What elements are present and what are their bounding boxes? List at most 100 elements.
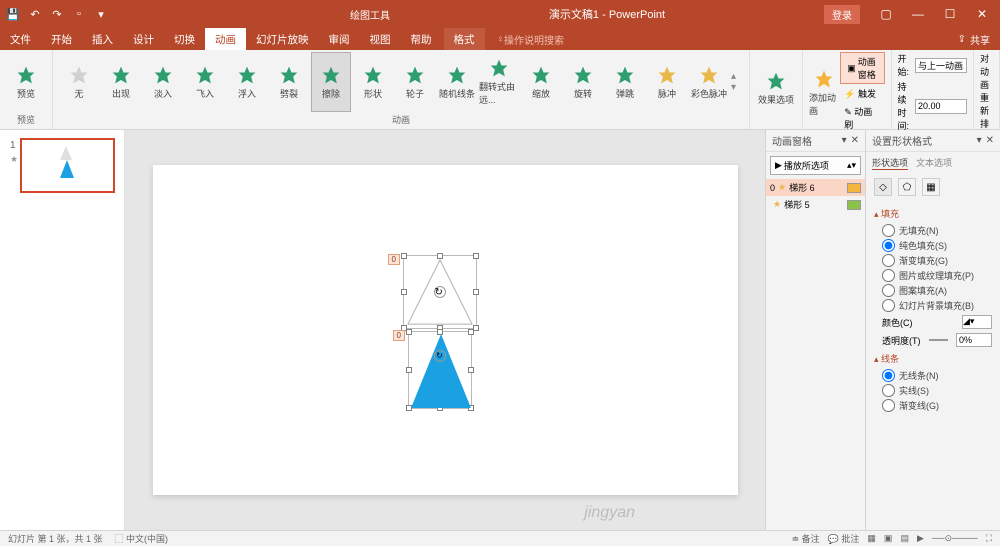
transparency-input[interactable] bbox=[956, 333, 992, 347]
title-bar: 💾 ↶ ↷ ▫ ▾ 绘图工具 演示文稿1 - PowerPoint 登录 ▢ —… bbox=[0, 0, 1000, 28]
share-button[interactable]: ⇪ 共享 bbox=[948, 28, 1000, 50]
ribbon-options-icon[interactable]: ▢ bbox=[872, 4, 900, 24]
tab-home[interactable]: 开始 bbox=[41, 28, 82, 50]
anim-option-1[interactable]: 出现 bbox=[101, 52, 141, 112]
anim-option-6[interactable]: 擦除 bbox=[311, 52, 351, 112]
pane-dropdown-icon[interactable]: ▾ bbox=[842, 135, 847, 146]
radio-pattern-fill[interactable]: 图案填充(A) bbox=[874, 283, 992, 298]
anim-option-4[interactable]: 浮入 bbox=[227, 52, 267, 112]
fill-line-icon[interactable]: ◇ bbox=[874, 178, 892, 196]
ribbon-tabs: 文件 开始 插入 设计 切换 动画 幻灯片放映 审阅 视图 帮助 格式 ♀ 操作… bbox=[0, 28, 1000, 50]
radio-no-line[interactable]: 无线条(N) bbox=[874, 368, 992, 383]
anim-option-12[interactable]: 旋转 bbox=[563, 52, 603, 112]
normal-view-icon[interactable]: ▦ bbox=[867, 533, 876, 544]
size-properties-icon[interactable]: ▦ bbox=[922, 178, 940, 196]
tab-transitions[interactable]: 切换 bbox=[164, 28, 205, 50]
radio-solid-fill[interactable]: 纯色填充(S) bbox=[874, 238, 992, 253]
tab-shape-options[interactable]: 形状选项 bbox=[872, 156, 908, 170]
redo-icon[interactable]: ↷ bbox=[48, 5, 66, 23]
anim-option-7[interactable]: 形状 bbox=[353, 52, 393, 112]
save-icon[interactable]: 💾 bbox=[4, 5, 22, 23]
tab-design[interactable]: 设计 bbox=[123, 28, 164, 50]
slide-canvas[interactable]: 0 ↻ 0 ↻ bbox=[153, 165, 738, 495]
radio-gradient-fill[interactable]: 渐变填充(G) bbox=[874, 253, 992, 268]
star-icon bbox=[69, 65, 89, 85]
duration-input[interactable] bbox=[915, 99, 967, 114]
trigger-button[interactable]: ⚡ 触发 bbox=[840, 85, 884, 102]
tab-slideshow[interactable]: 幻灯片放映 bbox=[246, 28, 319, 50]
fit-to-window-icon[interactable]: ⛶ bbox=[986, 533, 992, 544]
tab-view[interactable]: 视图 bbox=[360, 28, 401, 50]
login-button[interactable]: 登录 bbox=[824, 5, 860, 24]
pane-dropdown-icon[interactable]: ▾ bbox=[977, 135, 982, 146]
shape-trapezoid-6[interactable]: 0 ↻ bbox=[403, 255, 477, 329]
anim-option-13[interactable]: 弹跳 bbox=[605, 52, 645, 112]
shape-trapezoid-5[interactable]: 0 ↻ bbox=[408, 331, 472, 409]
comments-button[interactable]: 💬 批注 bbox=[828, 532, 860, 545]
tab-review[interactable]: 审阅 bbox=[319, 28, 360, 50]
tab-text-options[interactable]: 文本选项 bbox=[916, 156, 952, 170]
qat-dropdown-icon[interactable]: ▾ bbox=[92, 5, 110, 23]
effects-icon[interactable]: ⬠ bbox=[898, 178, 916, 196]
lang-indicator[interactable]: ⬚ 中文(中国) bbox=[115, 532, 169, 545]
transparency-slider[interactable] bbox=[929, 339, 949, 341]
notes-button[interactable]: ≐ 备注 bbox=[792, 532, 820, 545]
gallery-more-icon[interactable]: ▴▾ bbox=[731, 52, 743, 112]
slide-thumbnail-1[interactable]: 1 ★ bbox=[20, 138, 115, 193]
animation-painter-button[interactable]: ✎ 动画刷 bbox=[840, 103, 884, 133]
preview-button[interactable]: 预览 bbox=[6, 52, 46, 112]
tab-insert[interactable]: 插入 bbox=[82, 28, 123, 50]
pane-close-icon[interactable]: ✕ bbox=[986, 135, 994, 146]
animation-pane-button[interactable]: ▣ 动画窗格 bbox=[840, 52, 884, 84]
rotate-handle-icon[interactable]: ↻ bbox=[434, 350, 446, 362]
tab-format[interactable]: 格式 bbox=[444, 28, 485, 50]
radio-no-fill[interactable]: 无填充(N) bbox=[874, 223, 992, 238]
star-icon bbox=[363, 65, 383, 85]
anim-list-item[interactable]: 0 ★ 梯形 6 bbox=[766, 179, 865, 196]
thumbnail-panel: 1 ★ bbox=[0, 130, 125, 530]
fill-section-toggle[interactable]: ▴ 填充 bbox=[874, 204, 992, 223]
anim-option-11[interactable]: 缩放 bbox=[521, 52, 561, 112]
color-picker[interactable]: ◢▾ bbox=[962, 315, 992, 329]
sorter-view-icon[interactable]: ▣ bbox=[884, 533, 893, 544]
anim-option-0[interactable]: 无 bbox=[59, 52, 99, 112]
anim-option-8[interactable]: 轮子 bbox=[395, 52, 435, 112]
animation-order-tag-1[interactable]: 0 bbox=[388, 254, 400, 265]
anim-option-15[interactable]: 彩色脉冲 bbox=[689, 52, 729, 112]
start-input[interactable] bbox=[915, 58, 967, 73]
preview-label: 预览 bbox=[17, 87, 35, 100]
minimize-icon[interactable]: — bbox=[904, 4, 932, 24]
zoom-slider[interactable]: ──⊙──── bbox=[932, 533, 978, 544]
pane-close-icon[interactable]: ✕ bbox=[851, 135, 859, 146]
close-icon[interactable]: ✕ bbox=[968, 4, 996, 24]
animation-order-tag-2[interactable]: 0 bbox=[393, 330, 405, 341]
effect-options-button[interactable]: 效果选项 bbox=[756, 59, 796, 119]
anim-option-14[interactable]: 脉冲 bbox=[647, 52, 687, 112]
anim-option-10[interactable]: 翻转式由远... bbox=[479, 52, 519, 112]
anim-option-9[interactable]: 随机线条 bbox=[437, 52, 477, 112]
line-section-toggle[interactable]: ▴ 线条 bbox=[874, 349, 992, 368]
watermark: jingyan bbox=[584, 504, 635, 522]
reading-view-icon[interactable]: ▤ bbox=[900, 533, 909, 544]
maximize-icon[interactable]: ☐ bbox=[936, 4, 964, 24]
radio-gradient-line[interactable]: 渐变线(G) bbox=[874, 398, 992, 413]
add-animation-button[interactable]: 添加动画 bbox=[809, 63, 838, 123]
slideshow-view-icon[interactable]: ▶ bbox=[917, 533, 924, 544]
animation-gallery[interactable]: 无 出现 淡入 飞入 浮入 劈裂 擦除 形状 轮子 随机线条 bbox=[59, 52, 743, 112]
radio-slide-bg-fill[interactable]: 幻灯片背景填充(B) bbox=[874, 298, 992, 313]
tell-me-search[interactable]: ♀ 操作说明搜索 bbox=[485, 28, 948, 50]
tab-file[interactable]: 文件 bbox=[0, 28, 41, 50]
play-selected-button[interactable]: ▶ 播放所选项 ▴▾ bbox=[770, 156, 861, 175]
radio-picture-fill[interactable]: 图片或纹理填充(P) bbox=[874, 268, 992, 283]
anim-list-item[interactable]: ★ 梯形 5 bbox=[766, 196, 865, 213]
tab-help[interactable]: 帮助 bbox=[401, 28, 442, 50]
start-from-beginning-icon[interactable]: ▫ bbox=[70, 5, 88, 23]
rotate-handle-icon[interactable]: ↻ bbox=[434, 286, 446, 298]
anim-option-5[interactable]: 劈裂 bbox=[269, 52, 309, 112]
slide-editor[interactable]: 0 ↻ 0 ↻ jingyan bbox=[125, 130, 765, 530]
tab-animations[interactable]: 动画 bbox=[205, 28, 246, 50]
anim-option-2[interactable]: 淡入 bbox=[143, 52, 183, 112]
anim-option-3[interactable]: 飞入 bbox=[185, 52, 225, 112]
radio-solid-line[interactable]: 实线(S) bbox=[874, 383, 992, 398]
undo-icon[interactable]: ↶ bbox=[26, 5, 44, 23]
